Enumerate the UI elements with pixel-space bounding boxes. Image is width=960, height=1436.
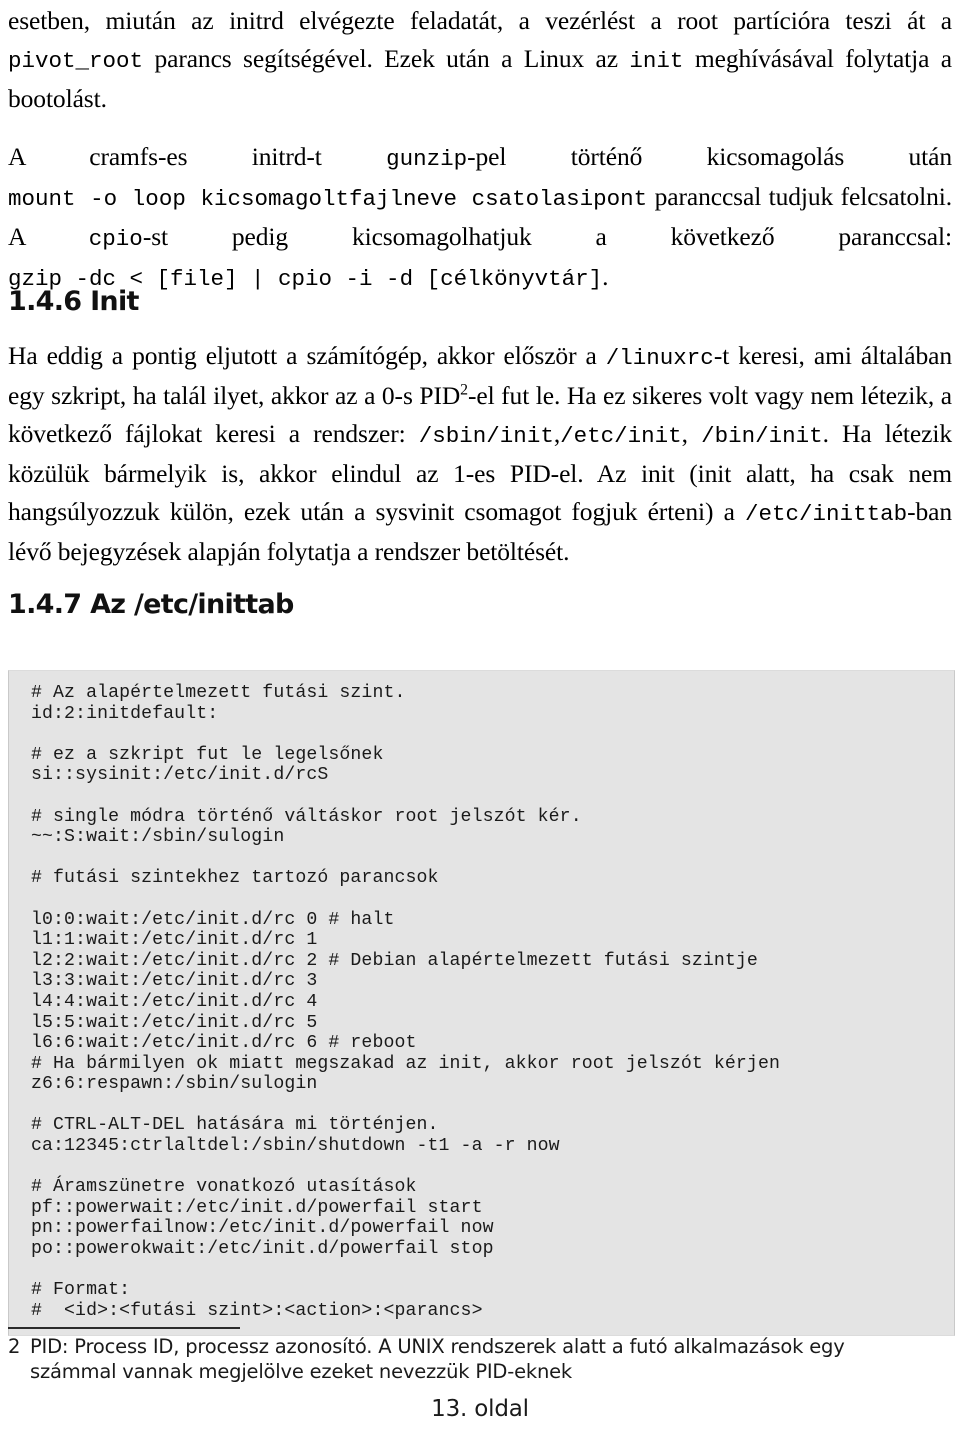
paragraph-intro-2: A cramfs-es initrd-t gunzip-pel történő …	[8, 138, 952, 298]
inline-code-gunzip: gunzip	[386, 146, 468, 172]
paragraph-text-segment: esetben, miután az initrd elvégezte fela…	[8, 6, 952, 35]
footnote-2: 2 PID: Process ID, processz azonosító. A …	[8, 1334, 908, 1384]
inline-code-etc-inittab: /etc/inittab	[745, 501, 908, 527]
document-page: esetben, miután az initrd elvégezte fela…	[0, 0, 960, 1436]
inline-code-init: init	[629, 48, 684, 74]
inline-code-etc-init: /etc/init	[560, 423, 682, 449]
section-heading-1-4-7: 1.4.7 Az /etc/inittab	[8, 589, 294, 620]
inline-code-pivot-root: pivot_root	[8, 48, 144, 74]
paragraph-text-segment: .	[602, 262, 609, 291]
inittab-code-text: # Az alapértelmezett futási szint. id:2:…	[31, 683, 780, 1321]
paragraph-intro-1: esetben, miután az initrd elvégezte fela…	[8, 0, 952, 118]
inittab-code-block: # Az alapértelmezett futási szint. id:2:…	[8, 670, 955, 1337]
section-body-1-4-6: Ha eddig a pontig eljutott a számítógép,…	[8, 335, 952, 571]
footnote-line-2: számmal vannak megjelölve ezeket nevezzü…	[30, 1360, 573, 1383]
paragraph-init-description: Ha eddig a pontig eljutott a számítógép,…	[8, 335, 952, 571]
paragraph-text-segment: A cramfs-es initrd-t	[8, 142, 387, 171]
footnote-separator-rule	[8, 1327, 240, 1329]
paragraph-text-segment: parancs segítségével. Ezek után a Linux …	[143, 44, 630, 73]
footnote-number: 2	[8, 1335, 21, 1358]
section-heading-1-4-6: 1.4.6 Init	[8, 286, 139, 317]
footnote-reference-2: 2	[460, 381, 468, 399]
inline-code-sbin-init: /sbin/init	[418, 423, 554, 449]
footnote-line-1: PID: Process ID, processz azonosító. A U…	[30, 1335, 845, 1358]
paragraph-text-segment: ,	[681, 419, 702, 448]
inline-code-bin-init: /bin/init	[701, 423, 823, 449]
page-number: 13. oldal	[431, 1396, 529, 1422]
inline-code-mount-command: mount -o loop kicsomagoltfajlneve csatol…	[8, 186, 648, 212]
inline-code-linuxrc: /linuxrc	[605, 345, 714, 371]
paragraph-text-segment: -pel történő kicsomagolás után	[467, 142, 952, 171]
paragraph-text-segment: Ha eddig a pontig eljutott a számítógép,…	[8, 341, 606, 370]
intro-block: esetben, miután az initrd elvégezte fela…	[8, 0, 952, 298]
inline-code-cpio: cpio	[88, 226, 143, 252]
paragraph-text-segment: -st pedig kicsomagolhatjuk a következő p…	[142, 222, 952, 251]
